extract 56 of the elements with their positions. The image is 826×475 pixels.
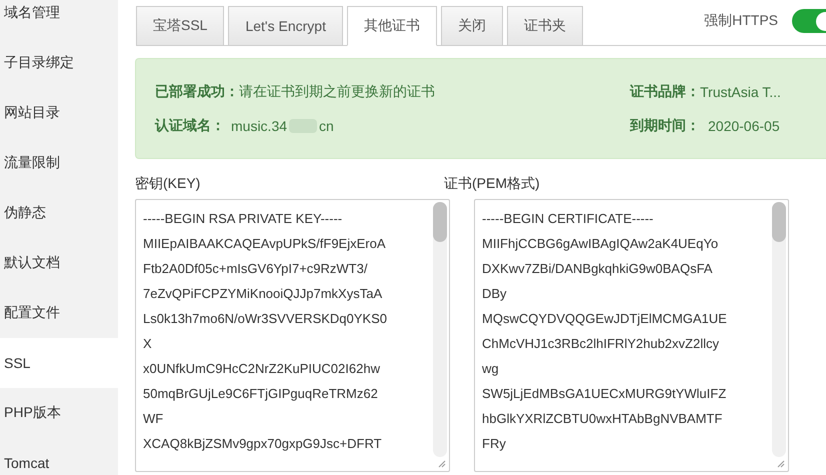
- code-line: hbGlkYXRlZCBTU0wxHTAbBgNVBAMTF: [482, 410, 724, 428]
- sidebar-item[interactable]: SSL: [0, 338, 118, 388]
- sidebar-item[interactable]: 域名管理: [0, 0, 118, 38]
- tab[interactable]: 证书夹: [506, 6, 583, 45]
- brand-text: TrustAsia T...: [700, 84, 781, 100]
- sidebar-item[interactable]: PHP版本: [0, 388, 118, 438]
- domain-text: cn: [319, 118, 334, 134]
- domain-text: music.34: [231, 118, 288, 134]
- code-line: 50mqBrGUjLe9C6FTjGIPguqReTRMz62: [143, 385, 379, 403]
- scrollbar[interactable]: [433, 202, 447, 457]
- toggle-label: 强制HTTPS: [704, 12, 778, 30]
- status-label: 已部署成功：: [155, 82, 239, 100]
- tab[interactable]: 关闭: [440, 6, 503, 45]
- domain-label: 认证域名：: [155, 116, 225, 134]
- code-line: DBy: [482, 285, 508, 303]
- sidebar-item[interactable]: 网站目录: [0, 88, 118, 138]
- code-line: Ftb2A0Df05c+mIsGV6YpI7+c9RzWT3/: [143, 260, 368, 278]
- scroll-thumb[interactable]: [433, 202, 447, 242]
- sidebar-item[interactable]: Tomcat: [0, 438, 118, 475]
- code-line: WF: [143, 410, 164, 428]
- field-label: 密钥(KEY): [135, 175, 202, 193]
- code-line: FRy: [482, 435, 507, 453]
- code-line: XCAQ8kBjZSMv9gpx70gxpG9Jsc+DFRT: [143, 435, 383, 453]
- code-line: -----BEGIN RSA PRIVATE KEY-----: [143, 210, 344, 228]
- expiry-label: 到期时间：: [630, 116, 700, 134]
- code-line: Ls0k13h7mo6N/oWr3SVVERSKDq0YKS0: [143, 310, 388, 328]
- field-label: 证书(PEM格式): [444, 175, 541, 193]
- certificate-textarea[interactable]: [474, 199, 789, 472]
- code-line: -----BEGIN CERTIFICATE-----: [482, 210, 654, 228]
- expiry-date: 2020-06-05: [708, 118, 780, 134]
- code-line: MQswCQYDVQQGEwJDTjElMCMGA1UE: [482, 310, 728, 328]
- sidebar-item[interactable]: 伪静态: [0, 188, 118, 238]
- code-line: MIIEpAIBAAKCAQEAvpUPkS/fF9EjxEroA: [143, 235, 387, 253]
- sidebar-item[interactable]: 子目录绑定: [0, 38, 118, 88]
- sidebar-item[interactable]: 配置文件: [0, 288, 118, 338]
- code-line: X: [143, 335, 153, 353]
- sidebar-item[interactable]: 流量限制: [0, 138, 118, 188]
- status-text: 请在证书到期之前更换新的证书: [239, 82, 435, 100]
- code-line: DXKwv7ZBi/DANBgkqhkiG9w0BAQsFA: [482, 260, 714, 278]
- resize-grip-icon[interactable]: [438, 460, 446, 468]
- key-textarea[interactable]: [135, 199, 450, 472]
- code-line: SW5jLjEdMBsGA1UECxMURG9tYWluIFZ: [482, 385, 728, 403]
- code-line: x0UNfkUmC9HcC2NrZ2KuPIUC02I62hw: [143, 360, 381, 378]
- tab[interactable]: Let's Encrypt: [228, 6, 343, 45]
- toggle-switch[interactable]: [792, 9, 826, 33]
- tab[interactable]: 宝塔SSL: [136, 6, 224, 45]
- scrollbar[interactable]: [772, 202, 786, 457]
- scroll-thumb[interactable]: [772, 202, 786, 242]
- resize-grip-icon[interactable]: [777, 460, 785, 468]
- sidebar-item[interactable]: 默认文档: [0, 238, 118, 288]
- code-line: 7eZvQPiFCPZYMiKnooiQJJp7mkXysTaA: [143, 285, 384, 303]
- brand-label: 证书品牌：: [630, 82, 700, 100]
- code-line: wg: [482, 360, 500, 378]
- code-line: MIIFhjCCBG6gAwIBAgIQAw2aK4UEqYo: [482, 235, 720, 253]
- code-line: ChMcVHJ1c3RBc2lhIFRlY2hub2xvZ2llcy: [482, 335, 720, 353]
- tab[interactable]: 其他证书: [346, 6, 437, 46]
